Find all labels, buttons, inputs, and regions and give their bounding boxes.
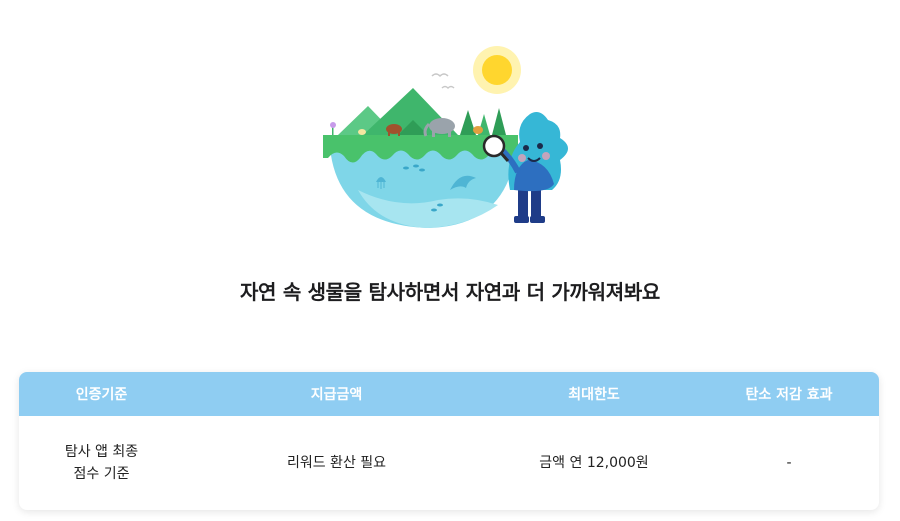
info-table: 인증기준 지급금액 최대한도 탄소 저감 효과 탐사 앱 최종 점수 기준 리워…	[19, 372, 879, 510]
cell-payment: 리워드 환산 필요	[286, 455, 387, 471]
nature-exploration-illustration	[323, 46, 568, 228]
header-carbon: 탄소 저감 효과	[745, 387, 833, 403]
header-payment: 지급금액	[310, 387, 363, 403]
header-criteria: 인증기준	[75, 387, 128, 403]
tree-icon	[460, 108, 506, 135]
cell-carbon: -	[786, 455, 792, 471]
sun-icon	[473, 46, 521, 94]
table-header-row: 인증기준 지급금액 최대한도 탄소 저감 효과	[19, 372, 879, 416]
bird-icon	[431, 73, 455, 90]
criteria-line-1: 탐사 앱 최종	[64, 444, 139, 460]
page-headline: 자연 속 생물을 탐사하면서 자연과 더 가까워져봐요	[239, 280, 661, 304]
header-limit: 최대한도	[568, 387, 620, 403]
cell-limit: 금액 연 12,000원	[539, 455, 649, 471]
page: 자연 속 생물을 탐사하면서 자연과 더 가까워져봐요 인증기준 지급금액 최대…	[0, 0, 900, 521]
table-row: 탐사 앱 최종 점수 기준 리워드 환산 필요 금액 연 12,000원 -	[19, 416, 879, 510]
flower-icon	[330, 122, 336, 135]
criteria-line-2: 점수 기준	[73, 466, 130, 482]
mascot-character	[499, 112, 568, 223]
cell-criteria: 탐사 앱 최종 점수 기준	[19, 416, 184, 510]
